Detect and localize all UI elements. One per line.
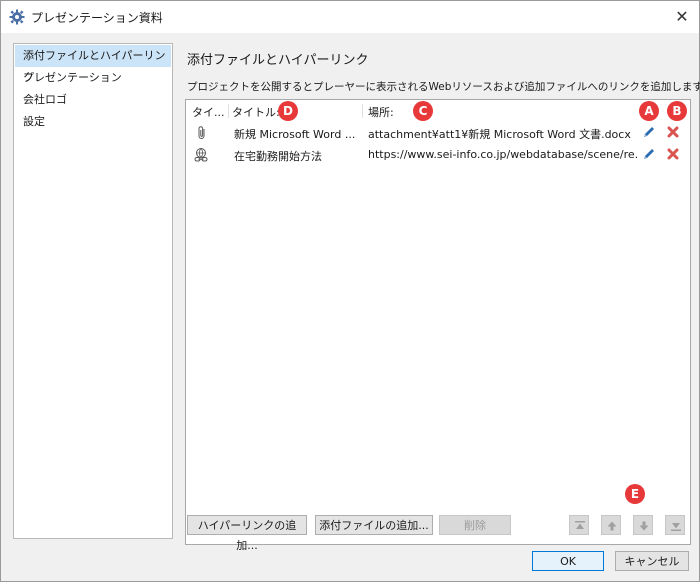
panel-title: 添付ファイルとハイパーリンク bbox=[187, 53, 369, 68]
sidebar-item-settings[interactable]: 設定 bbox=[15, 111, 171, 133]
close-icon[interactable]: ✕ bbox=[669, 4, 695, 30]
row-location: attachment¥att1¥新規 Microsoft Word 文書.doc… bbox=[368, 128, 631, 141]
move-bottom-icon[interactable] bbox=[665, 515, 685, 535]
title-bar: プレゼンテーション資料 ✕ bbox=[1, 1, 699, 33]
row-title: 在宅勤務開始方法 bbox=[234, 150, 322, 163]
delete-icon[interactable] bbox=[666, 147, 680, 164]
marker-e: E bbox=[625, 484, 645, 504]
marker-b: B bbox=[667, 101, 687, 121]
marker-d: D bbox=[278, 101, 298, 121]
cancel-button[interactable]: キャンセル bbox=[615, 551, 689, 571]
move-up-icon[interactable] bbox=[601, 515, 621, 535]
panel-description: プロジェクトを公開するとプレーヤーに表示されるWebリソースおよび追加ファイルへ… bbox=[187, 81, 700, 93]
list-header: タイ... タイトル: 場所: bbox=[186, 100, 690, 122]
sidebar-item-presentation[interactable]: プレゼンテーション bbox=[15, 67, 171, 89]
column-header-type[interactable]: タイ... bbox=[192, 104, 229, 119]
add-attachment-button[interactable]: 添付ファイルの追加... bbox=[315, 515, 433, 535]
row-location: https://www.sei-info.co.jp/webdatabase/s… bbox=[368, 148, 638, 161]
window-title: プレゼンテーション資料 bbox=[31, 11, 163, 25]
dialog-window: プレゼンテーション資料 ✕ 添付ファイルとハイパーリンク プレゼンテーション 会… bbox=[0, 0, 700, 582]
paperclip-icon bbox=[196, 125, 208, 144]
pencil-icon[interactable] bbox=[642, 125, 656, 142]
ok-button[interactable]: OK bbox=[532, 551, 604, 571]
list-row[interactable]: 新規 Microsoft Word ... attachment¥att1¥新規… bbox=[186, 122, 690, 144]
row-title: 新規 Microsoft Word ... bbox=[234, 128, 356, 141]
sidebar-item-company-logo[interactable]: 会社ロゴ bbox=[15, 89, 171, 111]
resource-list[interactable]: タイ... タイトル: 場所: 新規 Microsoft Word ... at… bbox=[185, 99, 691, 545]
delete-button[interactable]: 削除 bbox=[439, 515, 511, 535]
add-hyperlink-button[interactable]: ハイパーリンクの追加... bbox=[187, 515, 307, 552]
list-row[interactable]: 在宅勤務開始方法 https://www.sei-info.co.jp/webd… bbox=[186, 144, 690, 166]
link-icon bbox=[193, 147, 209, 166]
gear-icon bbox=[9, 9, 25, 25]
move-down-icon[interactable] bbox=[633, 515, 653, 535]
sidebar-item-attachments[interactable]: 添付ファイルとハイパーリンク bbox=[15, 45, 171, 84]
move-top-icon[interactable] bbox=[569, 515, 589, 535]
pencil-icon[interactable] bbox=[642, 147, 656, 164]
sidebar: 添付ファイルとハイパーリンク プレゼンテーション 会社ロゴ 設定 bbox=[13, 43, 173, 539]
main-panel: 添付ファイルとハイパーリンク プロジェクトを公開するとプレーヤーに表示されるWe… bbox=[185, 43, 700, 552]
delete-icon[interactable] bbox=[666, 125, 680, 142]
marker-c: C bbox=[413, 101, 433, 121]
marker-a: A bbox=[639, 101, 659, 121]
